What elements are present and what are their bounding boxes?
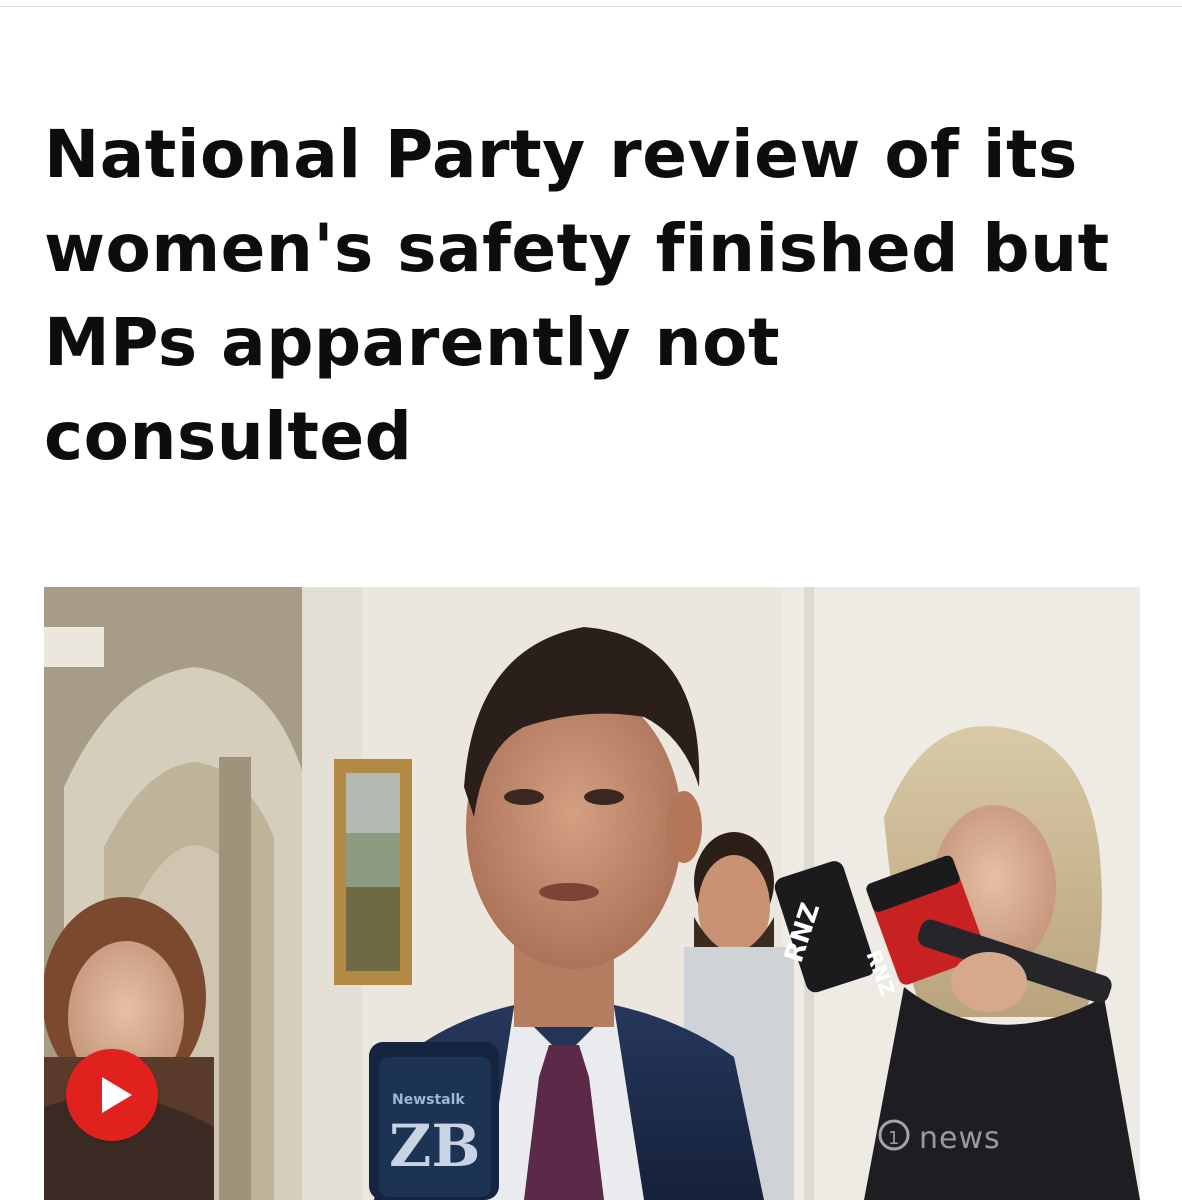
headline-line-2: women's safety finished but — [44, 210, 1110, 287]
play-icon — [102, 1077, 132, 1113]
watermark-number: 1 — [888, 1128, 901, 1149]
video-thumbnail[interactable]: RNZ RNZ Newstalk ZB 1 news — [44, 587, 1140, 1200]
video-still-image — [44, 587, 1140, 1200]
headline-line-4: consulted — [44, 398, 413, 475]
watermark-text: news — [919, 1121, 1001, 1156]
headline-line-1: National Party review of its — [44, 116, 1078, 193]
play-button[interactable] — [66, 1049, 158, 1141]
mic-label-newstalk: Newstalk — [392, 1092, 465, 1108]
headline-line-3: MPs apparently not — [44, 304, 781, 381]
channel-watermark: 1 news — [882, 1121, 1001, 1156]
article-headline: National Party review of its women's saf… — [44, 108, 1154, 484]
top-divider — [0, 0, 1182, 7]
mic-label-zb: ZB — [389, 1112, 481, 1180]
